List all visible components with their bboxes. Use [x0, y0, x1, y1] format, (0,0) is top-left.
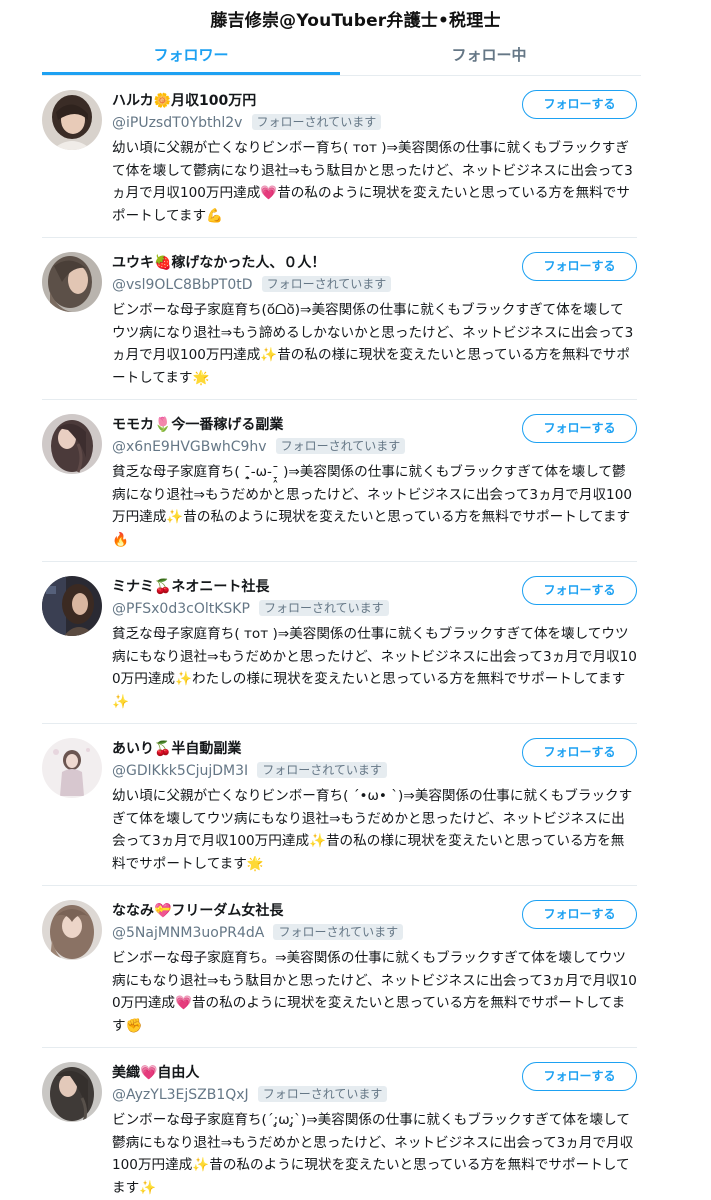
avatar[interactable] [42, 738, 102, 798]
user-handle[interactable]: @AyzYL3EjSZB1QxJ [112, 1087, 249, 1103]
list-item[interactable]: ななみ💝フリーダム女社長 @5NajMNM3uoPR4dA フォローされています… [0, 886, 711, 1048]
user-bio: 貧乏な母子家庭育ち( ᴛᴏᴛ )⇒美容関係の仕事に就くもブラックすぎて体を壊して… [112, 626, 637, 710]
list-item[interactable]: ハルカ🌼月収100万円 @iPUzsdT0Ybthl2v フォローされています … [0, 76, 711, 238]
follow-button[interactable]: フォローする [522, 252, 637, 281]
follows-you-badge: フォローされています [257, 762, 387, 778]
user-handle[interactable]: @5NajMNM3uoPR4dA [112, 925, 264, 941]
user-name[interactable]: ユウキ🍓稼げなかった人、０人！ [112, 255, 325, 271]
page-title: 藤吉修崇@YouTuber弁護士•税理士 [210, 11, 501, 31]
user-name[interactable]: ななみ💝フリーダム女社長 [112, 903, 283, 919]
follows-you-badge: フォローされています [251, 114, 382, 130]
follows-you-badge: フォローされています [261, 276, 392, 292]
header: 藤吉修崇@YouTuber弁護士•税理士 [0, 0, 711, 40]
follow-button[interactable]: フォローする [522, 90, 637, 119]
list-item[interactable]: モモカ🌷今一番稼げる副業 @x6nE9HVGBwhC9hv フォローされています… [0, 400, 711, 562]
follows-you-badge: フォローされています [273, 924, 404, 940]
follows-you-badge: フォローされています [259, 600, 389, 616]
list-item[interactable]: 美織💗自由人 @AyzYL3EjSZB1QxJ フォローされています ビンボーな… [0, 1048, 711, 1200]
avatar[interactable] [42, 900, 102, 960]
follows-you-badge: フォローされています [257, 1086, 388, 1102]
user-bio: 幼い頃に父親が亡くなりビンボー育ち( ᴛᴏᴛ )⇒美容関係の仕事に就くもブラック… [112, 140, 633, 224]
list-item[interactable]: ユウキ🍓稼げなかった人、０人！ @vsl9OLC8BbPT0tD フォローされて… [0, 238, 711, 400]
follow-button[interactable]: フォローする [522, 414, 637, 443]
user-bio: 貧乏な母子家庭育ち( ˉ̞̭-ω-ˉ̞̭ )⇒美容関係の仕事に就くもブラックすぎ… [112, 464, 632, 548]
user-name[interactable]: あいり🍒半自動副業 [112, 741, 241, 757]
user-list: ハルカ🌼月収100万円 @iPUzsdT0Ybthl2v フォローされています … [0, 76, 711, 1200]
user-handle[interactable]: @vsl9OLC8BbPT0tD [112, 277, 253, 293]
user-handle[interactable]: @iPUzsdT0Ybthl2v [112, 115, 242, 131]
user-bio: ビンボーな母子家庭育ち。⇒美容関係の仕事に就くもブラックすぎて体を壊してウツ病に… [112, 950, 637, 1034]
user-bio: ビンボーな母子家庭育ち(ˊ;̥ω;̥ˋ)⇒美容関係の仕事に就くもブラックすぎて体… [112, 1112, 634, 1196]
avatar[interactable] [42, 1062, 102, 1122]
tab-bar: フォロワー フォロー中 [0, 40, 711, 76]
follow-button[interactable]: フォローする [522, 900, 637, 929]
list-item[interactable]: ミナミ🍒ネオニート社長 @PFSx0d3cOltKSKP フォローされています … [0, 562, 711, 724]
avatar[interactable] [42, 414, 102, 474]
user-name[interactable]: モモカ🌷今一番稼げる副業 [112, 417, 283, 433]
user-name[interactable]: ハルカ🌼月収100万円 [112, 93, 256, 109]
avatar[interactable] [42, 252, 102, 312]
user-handle[interactable]: @PFSx0d3cOltKSKP [112, 601, 250, 617]
avatar[interactable] [42, 90, 102, 150]
user-name[interactable]: 美織💗自由人 [112, 1065, 199, 1081]
user-bio: 幼い頃に父親が亡くなりビンボー育ち( ˊ•ω• ˋ)⇒美容関係の仕事に就くもブラ… [112, 788, 633, 872]
list-item[interactable]: あいり🍒半自動副業 @GDlKkk5CjujDM3I フォローされています 幼い… [0, 724, 711, 886]
follow-button[interactable]: フォローする [522, 1062, 637, 1091]
follow-button[interactable]: フォローする [522, 576, 637, 605]
user-name[interactable]: ミナミ🍒ネオニート社長 [112, 579, 269, 595]
follows-you-badge: フォローされています [275, 438, 406, 454]
user-bio: ビンボーな母子家庭育ち(o᷄ᗝo᷅)⇒美容関係の仕事に就くもブラックすぎて体を壊… [112, 302, 634, 386]
follow-button[interactable]: フォローする [522, 738, 637, 767]
avatar[interactable] [42, 576, 102, 636]
user-handle[interactable]: @x6nE9HVGBwhC9hv [112, 439, 267, 455]
user-handle[interactable]: @GDlKkk5CjujDM3I [112, 763, 248, 779]
followers-page: 藤吉修崇@YouTuber弁護士•税理士 フォロワー フォロー中 ハルカ🌼月収1… [0, 0, 711, 1200]
tab-following[interactable]: フォロー中 [340, 40, 638, 75]
tab-followers[interactable]: フォロワー [42, 40, 340, 75]
